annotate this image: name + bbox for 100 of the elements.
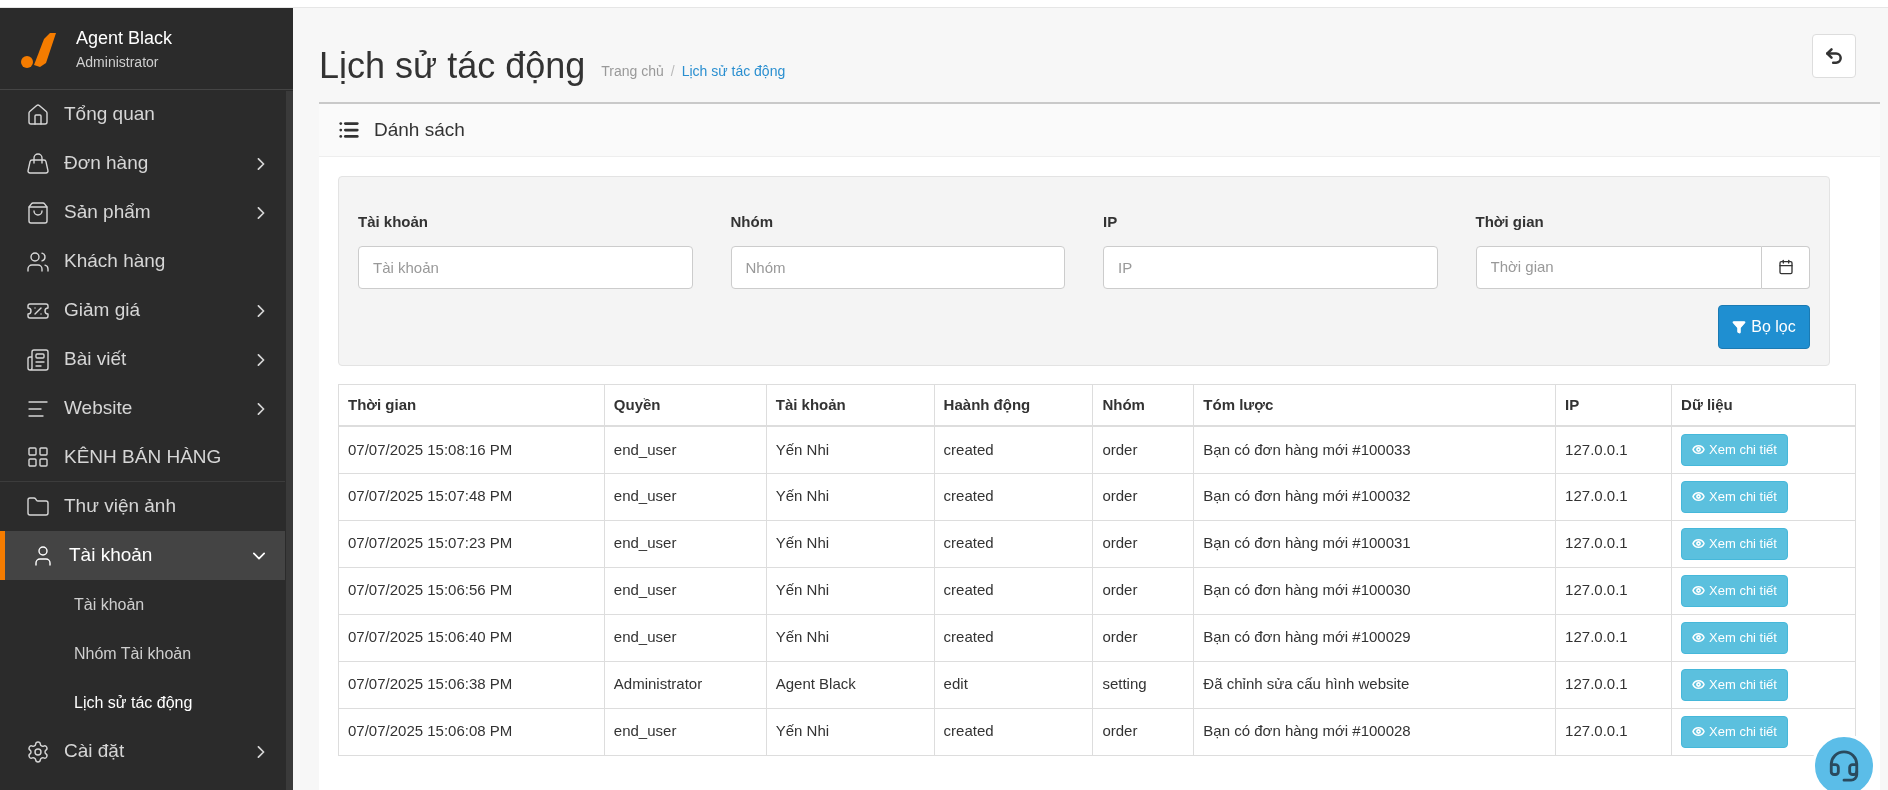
date-input[interactable]: Thời gian bbox=[1475, 245, 1762, 289]
table-cell: Agent Black bbox=[766, 661, 935, 708]
column-header: Tóm lược bbox=[1193, 384, 1556, 426]
sidebar-item[interactable]: Cài đặt bbox=[0, 727, 285, 776]
table-cell: end_user bbox=[604, 520, 767, 567]
filter-label: Thời gian bbox=[1475, 212, 1545, 232]
table-cell: created bbox=[934, 473, 1093, 520]
document-icon bbox=[26, 347, 50, 372]
table-cell: 07/07/2025 15:07:48 PM bbox=[338, 473, 605, 520]
table-cell: created bbox=[934, 708, 1093, 755]
table-cell: Bạn có đơn hàng mới #100033 bbox=[1193, 426, 1556, 473]
table-cell: 07/07/2025 15:08:16 PM bbox=[338, 426, 605, 473]
table-cell: 07/07/2025 15:06:56 PM bbox=[338, 567, 605, 614]
back-arrow-icon bbox=[1824, 46, 1844, 66]
table-cell: 127.0.0.1 bbox=[1555, 567, 1672, 614]
table-cell: Yến Nhi bbox=[766, 614, 935, 661]
table-cell: created bbox=[934, 520, 1093, 567]
column-header: Haành động bbox=[934, 384, 1093, 426]
table-cell: Đã chỉnh sửa cấu hình website bbox=[1193, 661, 1556, 708]
table-cell: 07/07/2025 15:06:08 PM bbox=[338, 708, 605, 755]
table-cell: 127.0.0.1 bbox=[1555, 614, 1672, 661]
back-button[interactable] bbox=[1812, 34, 1856, 78]
table-cell: end_user bbox=[604, 567, 767, 614]
user-name: Agent Black bbox=[76, 26, 173, 50]
table-cell: order bbox=[1092, 426, 1194, 473]
filter-input[interactable]: Tài khoản bbox=[358, 245, 693, 289]
column-header: Thời gian bbox=[338, 384, 605, 426]
column-header: Nhóm bbox=[1092, 384, 1194, 426]
table-cell: order bbox=[1092, 567, 1194, 614]
table-cell: order bbox=[1092, 473, 1194, 520]
sidebar-item[interactable]: KÊNH BÁN HÀNG bbox=[0, 433, 285, 482]
headset-icon bbox=[1827, 749, 1861, 783]
eye-icon bbox=[1692, 725, 1706, 738]
table-cell: created bbox=[934, 614, 1093, 661]
filter-input[interactable]: Nhóm bbox=[730, 245, 1065, 289]
eye-icon bbox=[1692, 631, 1706, 644]
column-header: IP bbox=[1555, 384, 1672, 426]
table-cell: 127.0.0.1 bbox=[1555, 708, 1672, 755]
table-cell: order bbox=[1092, 708, 1194, 755]
table-cell: Bạn có đơn hàng mới #100031 bbox=[1193, 520, 1556, 567]
table-cell: edit bbox=[934, 661, 1093, 708]
submenu-item[interactable]: Lịch sử tác động bbox=[0, 678, 285, 727]
table-cell: 127.0.0.1 bbox=[1555, 661, 1672, 708]
table-cell: setting bbox=[1092, 661, 1194, 708]
table-cell: 127.0.0.1 bbox=[1555, 473, 1672, 520]
table-cell: Bạn có đơn hàng mới #100029 bbox=[1193, 614, 1556, 661]
table-cell: Yến Nhi bbox=[766, 426, 935, 473]
people-icon bbox=[26, 249, 50, 274]
sidebar-item[interactable]: Giảm giá bbox=[0, 286, 285, 335]
grid-icon bbox=[26, 445, 50, 469]
filter-label: Tài khoản bbox=[358, 212, 429, 232]
table-cell: 07/07/2025 15:06:40 PM bbox=[338, 614, 605, 661]
table-cell: created bbox=[934, 426, 1093, 473]
table-cell: 127.0.0.1 bbox=[1555, 520, 1672, 567]
table-cell: end_user bbox=[604, 473, 767, 520]
calendar-icon bbox=[1777, 259, 1794, 275]
table-cell: end_user bbox=[604, 426, 767, 473]
page-title: Lịch sử tác động bbox=[319, 44, 586, 88]
table-cell: end_user bbox=[604, 614, 767, 661]
eye-icon bbox=[1692, 678, 1706, 691]
table-cell: Yến Nhi bbox=[766, 473, 935, 520]
calendar-button[interactable] bbox=[1762, 245, 1810, 289]
table-cell: end_user bbox=[604, 708, 767, 755]
filter-label: Nhóm bbox=[730, 212, 774, 232]
filter-icon bbox=[1732, 319, 1747, 334]
table-cell: order bbox=[1092, 520, 1194, 567]
submenu-item[interactable]: Nhóm Tài khoản bbox=[0, 629, 285, 678]
table-cell: 127.0.0.1 bbox=[1555, 426, 1672, 473]
eye-icon bbox=[1692, 537, 1706, 550]
table-cell: order bbox=[1092, 614, 1194, 661]
scrollbar[interactable] bbox=[286, 91, 293, 790]
sidebar-item[interactable]: Khách hàng bbox=[0, 237, 285, 286]
sidebar-item[interactable]: Website bbox=[0, 384, 285, 433]
eye-icon bbox=[1692, 584, 1706, 597]
column-header: Tài khoản bbox=[766, 384, 935, 426]
filter-button[interactable]: Bọ lọc bbox=[1718, 304, 1810, 349]
table-cell: Administrator bbox=[604, 661, 767, 708]
user-role: Administrator bbox=[76, 52, 160, 72]
table-cell: created bbox=[934, 567, 1093, 614]
sidebar-item[interactable]: Tổng quan bbox=[0, 90, 285, 139]
sidebar-item[interactable]: Thư viện ảnh bbox=[0, 482, 285, 531]
panel-title: Dánh sách bbox=[374, 117, 465, 142]
table-cell: Bạn có đơn hàng mới #100032 bbox=[1193, 473, 1556, 520]
settings-icon bbox=[26, 739, 50, 764]
table-cell: 07/07/2025 15:07:23 PM bbox=[338, 520, 605, 567]
filter-label: IP bbox=[1103, 212, 1119, 232]
sidebar-item[interactable]: Đơn hàng bbox=[0, 139, 285, 188]
table-cell: Yến Nhi bbox=[766, 520, 935, 567]
table-cell: Bạn có đơn hàng mới #100030 bbox=[1193, 567, 1556, 614]
sidebar-item[interactable]: Bài viết bbox=[0, 335, 285, 384]
eye-icon bbox=[1692, 443, 1706, 457]
filter-input[interactable]: IP bbox=[1103, 245, 1438, 289]
sidebar-item[interactable]: Sản phẩm bbox=[0, 188, 285, 237]
breadcrumb-separator: / bbox=[670, 62, 675, 81]
submenu-item[interactable]: Tài khoản bbox=[0, 580, 285, 629]
sidebar-item[interactable]: Tài khoản bbox=[0, 531, 285, 580]
table-cell: 07/07/2025 15:06:38 PM bbox=[338, 661, 605, 708]
bag-icon bbox=[26, 151, 50, 176]
house-icon bbox=[26, 102, 50, 127]
table-cell: Yến Nhi bbox=[766, 708, 935, 755]
